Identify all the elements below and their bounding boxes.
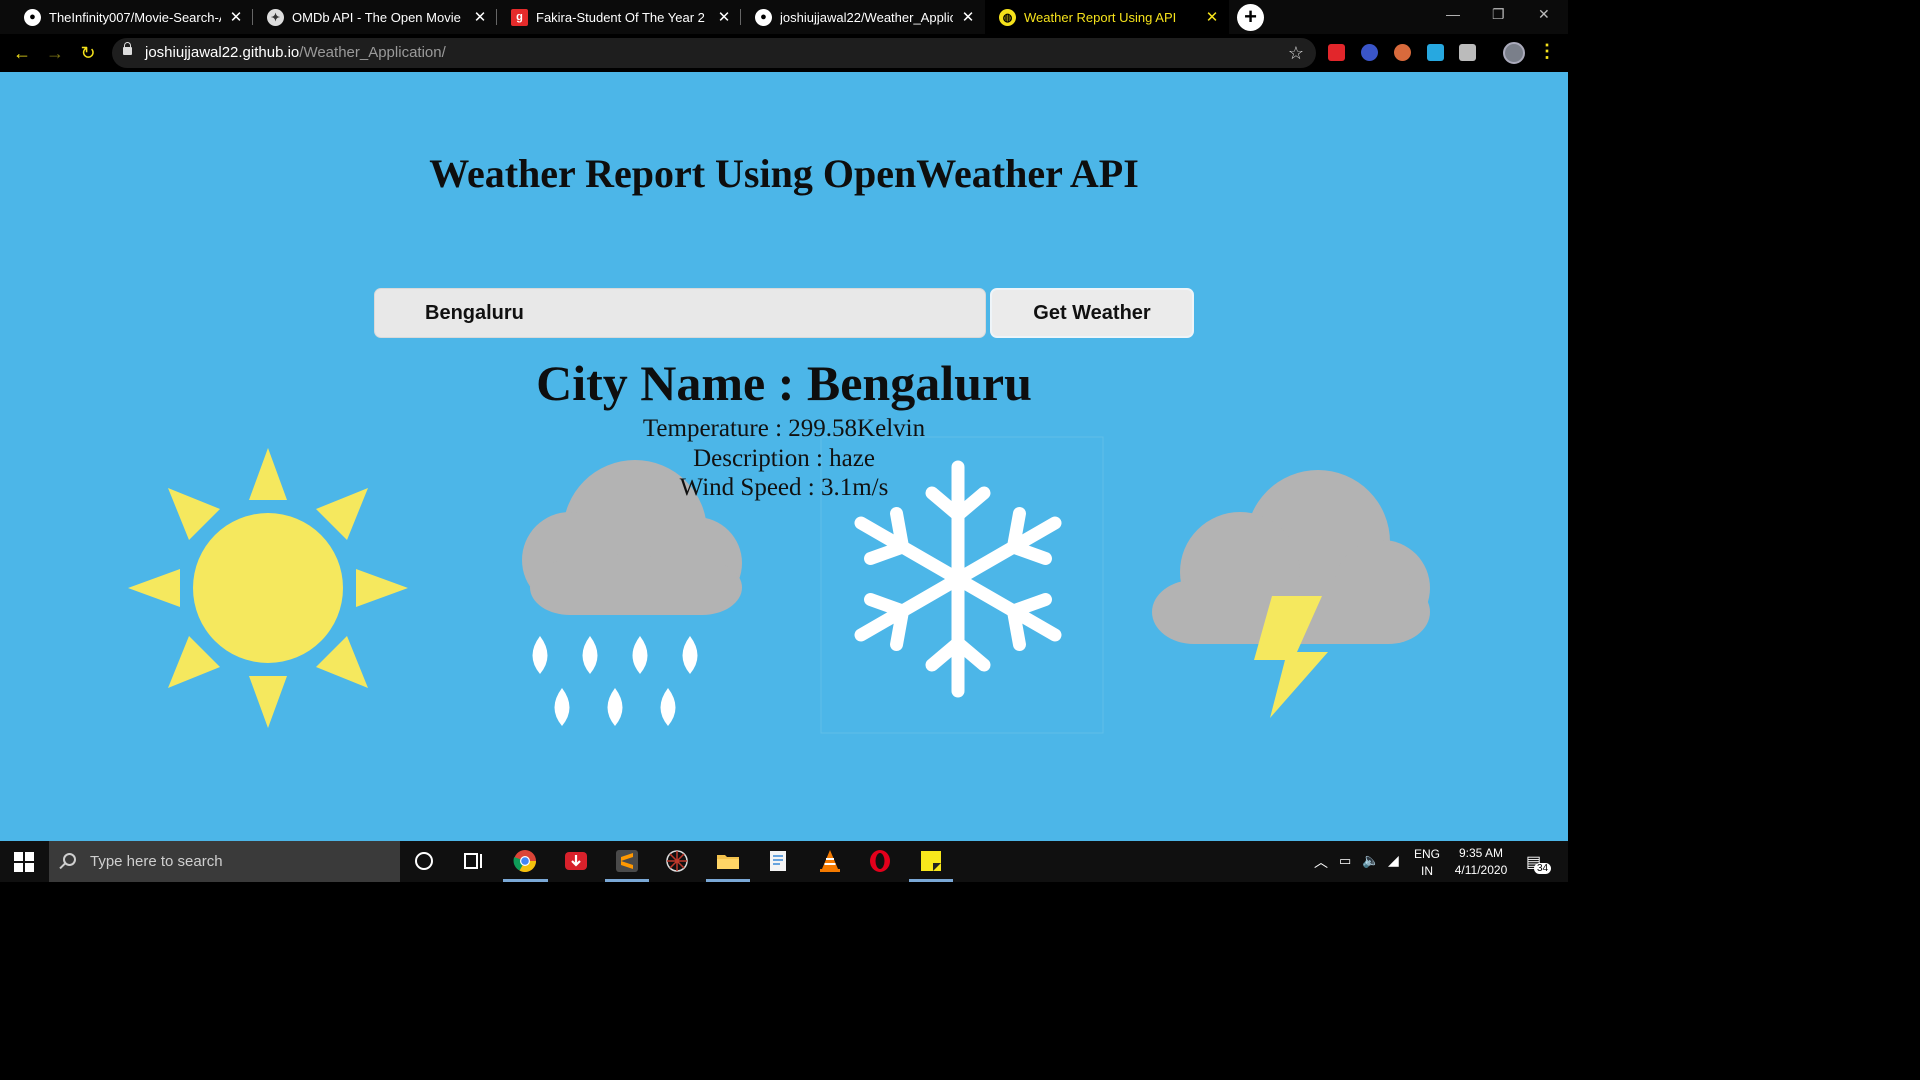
battery-icon[interactable]: ▭ [1339,853,1351,869]
sublime-active-indicator [605,879,649,882]
clock[interactable]: 9:35 AM 4/11/2020 [1448,845,1514,879]
tab-movie-search-app[interactable]: ● TheInfinity007/Movie-Search-App ✕ [10,0,253,34]
tab-weather-application-repo[interactable]: ● joshiujjawal22/Weather_Application ✕ [741,0,985,34]
reload-icon[interactable]: ↻ [77,42,99,64]
back-arrow-icon[interactable]: ← [11,42,33,64]
opera-icon[interactable] [868,849,892,873]
region-code: IN [1421,864,1433,878]
extension-block-icon[interactable] [1361,44,1378,61]
globe-icon: ◍ [999,8,1016,26]
extension-ublock-icon[interactable] [1394,44,1411,61]
chrome-icon[interactable] [513,849,537,873]
forward-arrow-icon[interactable]: → [44,42,66,64]
taskbar-search-box[interactable]: Type here to search [49,841,400,882]
windows-start-icon[interactable] [14,852,34,872]
github-icon: ● [24,8,41,26]
sticky-notes-icon[interactable] [919,849,943,873]
gaana-icon: g [511,8,528,26]
wind-speed-text: Wind Speed : 3.1m/s [679,474,889,501]
city-search-input[interactable] [374,288,986,338]
extension-video-icon[interactable] [1328,44,1345,61]
page-viewport: Weather Report Using OpenWeather API Get… [0,72,1568,841]
sublime-text-icon[interactable] [615,849,639,873]
temperature-text: Temperature : 299.58Kelvin [642,415,926,442]
chrome-active-indicator [503,879,548,882]
vlc-icon[interactable] [818,849,842,873]
notepad-icon[interactable] [767,849,791,873]
github-icon: ● [755,8,772,26]
page-title: Weather Report Using OpenWeather API [429,151,1139,196]
tab-weather-report-active[interactable]: ◍ Weather Report Using API ✕ [985,0,1229,34]
wifi-icon[interactable]: ◢ [1388,852,1399,869]
browser-toolbar: ← → ↻ joshiujjawal22.github.io/Weather_A… [0,34,1568,72]
browser-tab-bar: ● TheInfinity007/Movie-Search-App ✕ ✦ OM… [0,0,1568,34]
close-tab-icon[interactable]: ✕ [227,8,245,26]
extension-print-icon[interactable] [1459,44,1476,61]
language-indicator[interactable]: ENG IN [1410,846,1444,880]
language-code: ENG [1413,847,1440,861]
tab-title: OMDb API - The Open Movie Database [292,9,465,25]
url-host: joshiujjawal22.github.io [145,44,300,61]
new-tab-button[interactable]: + [1237,4,1264,31]
bookmark-star-icon[interactable]: ☆ [1288,38,1304,68]
thunderstorm-icon [1152,470,1432,720]
restore-icon[interactable]: ❐ [1492,6,1505,23]
close-tab-icon[interactable]: ✕ [959,8,977,26]
extension-translate-icon[interactable] [1427,44,1444,61]
url-path: /Weather_Application/ [299,44,446,61]
address-bar[interactable]: joshiujjawal22.github.io/Weather_Applica… [112,38,1316,68]
close-tab-icon[interactable]: ✕ [471,8,489,26]
browser-menu-icon[interactable]: ⋮ [1538,41,1556,62]
volume-icon[interactable]: 🔈 [1362,852,1379,869]
lock-icon [123,42,132,55]
minimize-icon[interactable]: — [1446,6,1460,22]
file-explorer-icon[interactable] [716,849,740,873]
tab-omdb-api[interactable]: ✦ OMDb API - The Open Movie Database ✕ [253,0,497,34]
downloader-icon[interactable] [564,849,588,873]
search-icon [63,853,76,866]
clock-time: 9:35 AM [1458,846,1504,860]
tab-title: TheInfinity007/Movie-Search-App [49,9,221,25]
description-text: Description : haze [693,445,875,472]
notification-count-badge: 34 [1534,863,1552,874]
get-weather-button[interactable]: Get Weather [990,288,1194,338]
close-window-icon[interactable]: ✕ [1538,6,1550,23]
city-name-heading: City Name : Bengaluru [536,355,1032,411]
taskbar-search-placeholder: Type here to search [90,853,223,870]
tab-title: Weather Report Using API [1024,9,1177,25]
tab-title: joshiujjawal22/Weather_Application [780,9,953,25]
tab-fakira-song[interactable]: g Fakira-Student Of The Year 2 ✕ [497,0,741,34]
explorer-active-indicator [706,879,750,882]
profile-avatar[interactable] [1503,42,1525,64]
sticky-active-indicator [909,879,953,882]
clock-date: 4/11/2020 [1454,863,1508,877]
close-tab-icon[interactable]: ✕ [1203,8,1221,26]
cortana-icon[interactable] [412,849,436,873]
spider-app-icon[interactable] [665,849,689,873]
task-view-icon[interactable] [462,849,486,873]
close-tab-icon[interactable]: ✕ [715,8,733,26]
tab-title: Fakira-Student Of The Year 2 [536,9,705,25]
tray-overflow-icon[interactable]: ︿ [1314,852,1328,872]
omdb-icon: ✦ [267,8,284,26]
windows-taskbar: Type here to search ︿ ▭ 🔈 ◢ ENG IN 9:35 … [0,841,1568,882]
